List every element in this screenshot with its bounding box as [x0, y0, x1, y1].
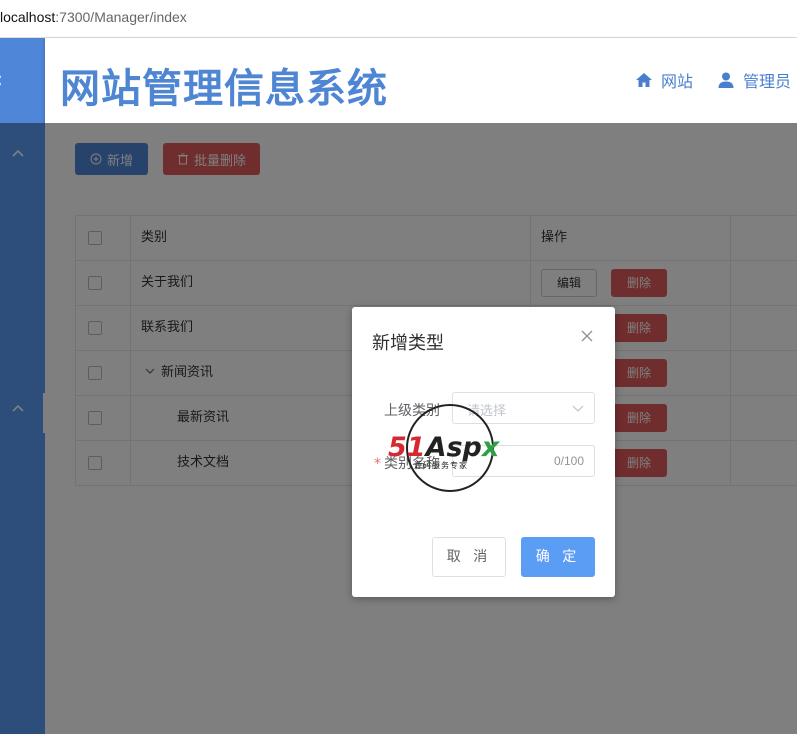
url-path: :7300/Manager/index	[55, 9, 187, 25]
watermark-text-green: x	[481, 432, 500, 463]
url-host: localhost	[0, 9, 56, 25]
top-header: 网站管理信息系统 网站 管理员	[45, 38, 797, 123]
home-icon	[636, 73, 652, 87]
watermark-text-dark: Asp	[425, 432, 482, 463]
nav-website-link[interactable]: 网站	[635, 68, 693, 92]
required-asterisk: *	[374, 456, 381, 472]
chevron-down-icon	[572, 405, 584, 412]
nav-admin-link[interactable]: 管理员	[717, 68, 791, 92]
watermark-subtitle: 源码服务专家	[414, 461, 468, 470]
nav-admin-label: 管理员	[743, 72, 792, 91]
dialog-title: 新增类型	[372, 333, 444, 354]
watermark-text-red: 51	[388, 432, 426, 463]
confirm-button[interactable]: 确 定	[521, 537, 595, 577]
url-text[interactable]: localhost:7300/Manager/index	[0, 9, 187, 25]
cancel-button[interactable]: 取 消	[432, 537, 506, 577]
collapse-icon[interactable]: ‹	[0, 68, 3, 93]
site-title: 网站管理信息系统	[60, 66, 388, 112]
nav-website-label: 网站	[661, 72, 694, 91]
char-count: 0/100	[553, 454, 584, 468]
watermark-logo: 51Aspx 源码服务专家	[388, 404, 513, 494]
address-bar[interactable]: localhost:7300/Manager/index	[0, 0, 797, 38]
user-icon	[718, 72, 734, 88]
sidebar-collapse-area[interactable]: ‹	[0, 38, 45, 123]
watermark-text: 51Aspx	[388, 432, 499, 463]
close-icon[interactable]	[580, 329, 594, 343]
